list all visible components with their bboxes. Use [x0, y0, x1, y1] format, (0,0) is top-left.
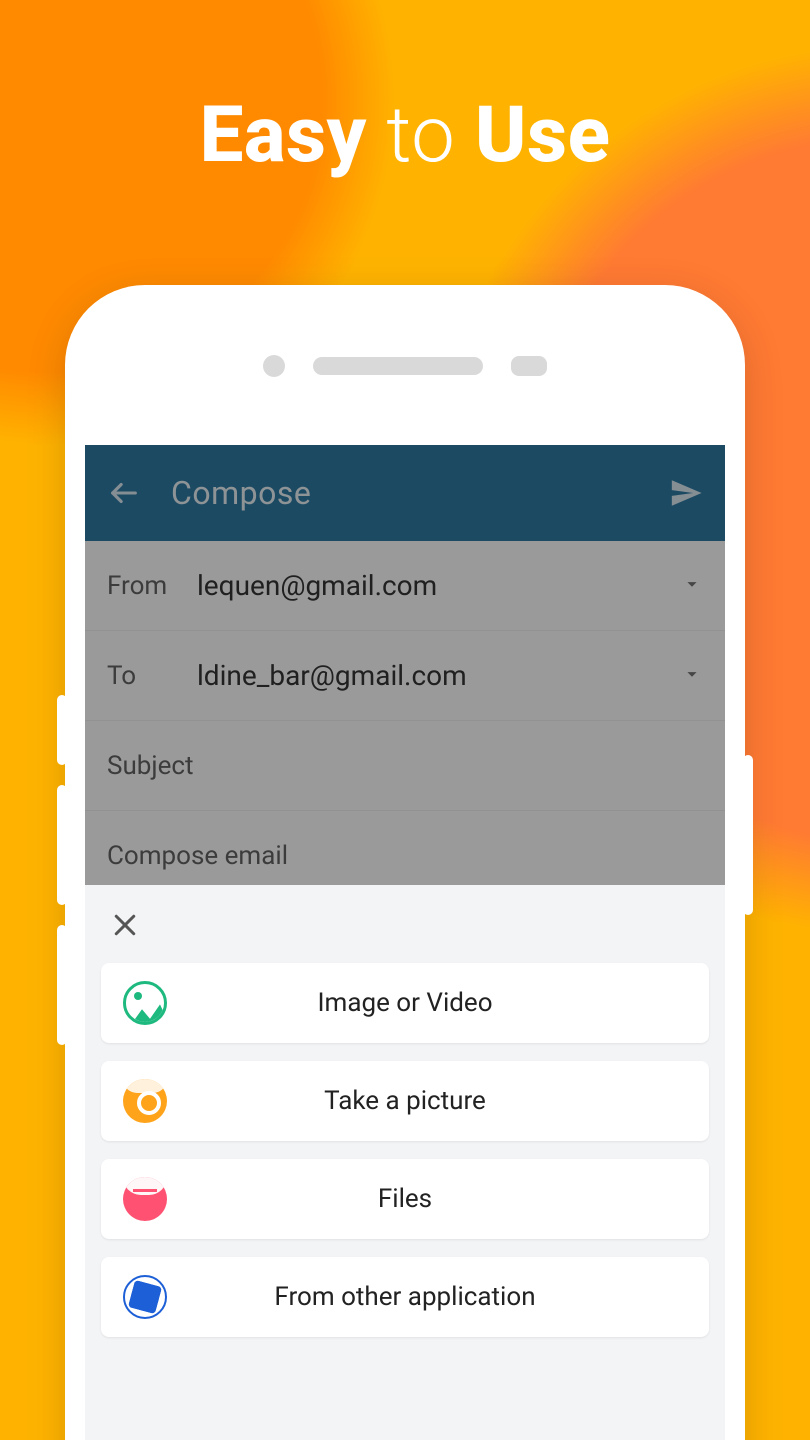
attach-option-other-app[interactable]: From other application: [101, 1257, 709, 1337]
phone-side-button: [743, 755, 753, 915]
phone-side-button: [57, 925, 67, 1045]
attach-option-image-video[interactable]: Image or Video: [101, 963, 709, 1043]
phone-screen: Compose From lequen@gmail.com To ldine_b…: [85, 445, 725, 1440]
phone-camera-dot: [263, 355, 285, 377]
hero-word: Easy: [200, 90, 367, 181]
phone-side-button: [57, 785, 67, 905]
hero-title: Easy to Use: [0, 90, 810, 181]
phone-side-button: [57, 695, 67, 765]
option-label: Take a picture: [123, 1086, 687, 1116]
phone-sensor: [511, 356, 547, 376]
camera-icon: [123, 1079, 167, 1123]
image-icon: [123, 981, 167, 1025]
apps-icon: [123, 1275, 167, 1319]
option-label: Files: [123, 1184, 687, 1214]
phone-speaker-row: [65, 355, 745, 377]
hero-word: to: [367, 90, 475, 181]
phone-speaker: [313, 357, 483, 375]
option-label: Image or Video: [123, 988, 687, 1018]
attach-option-files[interactable]: Files: [101, 1159, 709, 1239]
close-icon[interactable]: [101, 901, 149, 949]
files-icon: [123, 1177, 167, 1221]
attach-option-take-picture[interactable]: Take a picture: [101, 1061, 709, 1141]
attachment-sheet: Image or Video Take a picture Files From…: [85, 885, 725, 1440]
promo-background: Easy to Use Compose: [0, 0, 810, 1440]
option-label: From other application: [123, 1282, 687, 1312]
phone-mockup: Compose From lequen@gmail.com To ldine_b…: [65, 285, 745, 1440]
hero-word: Use: [475, 90, 611, 181]
